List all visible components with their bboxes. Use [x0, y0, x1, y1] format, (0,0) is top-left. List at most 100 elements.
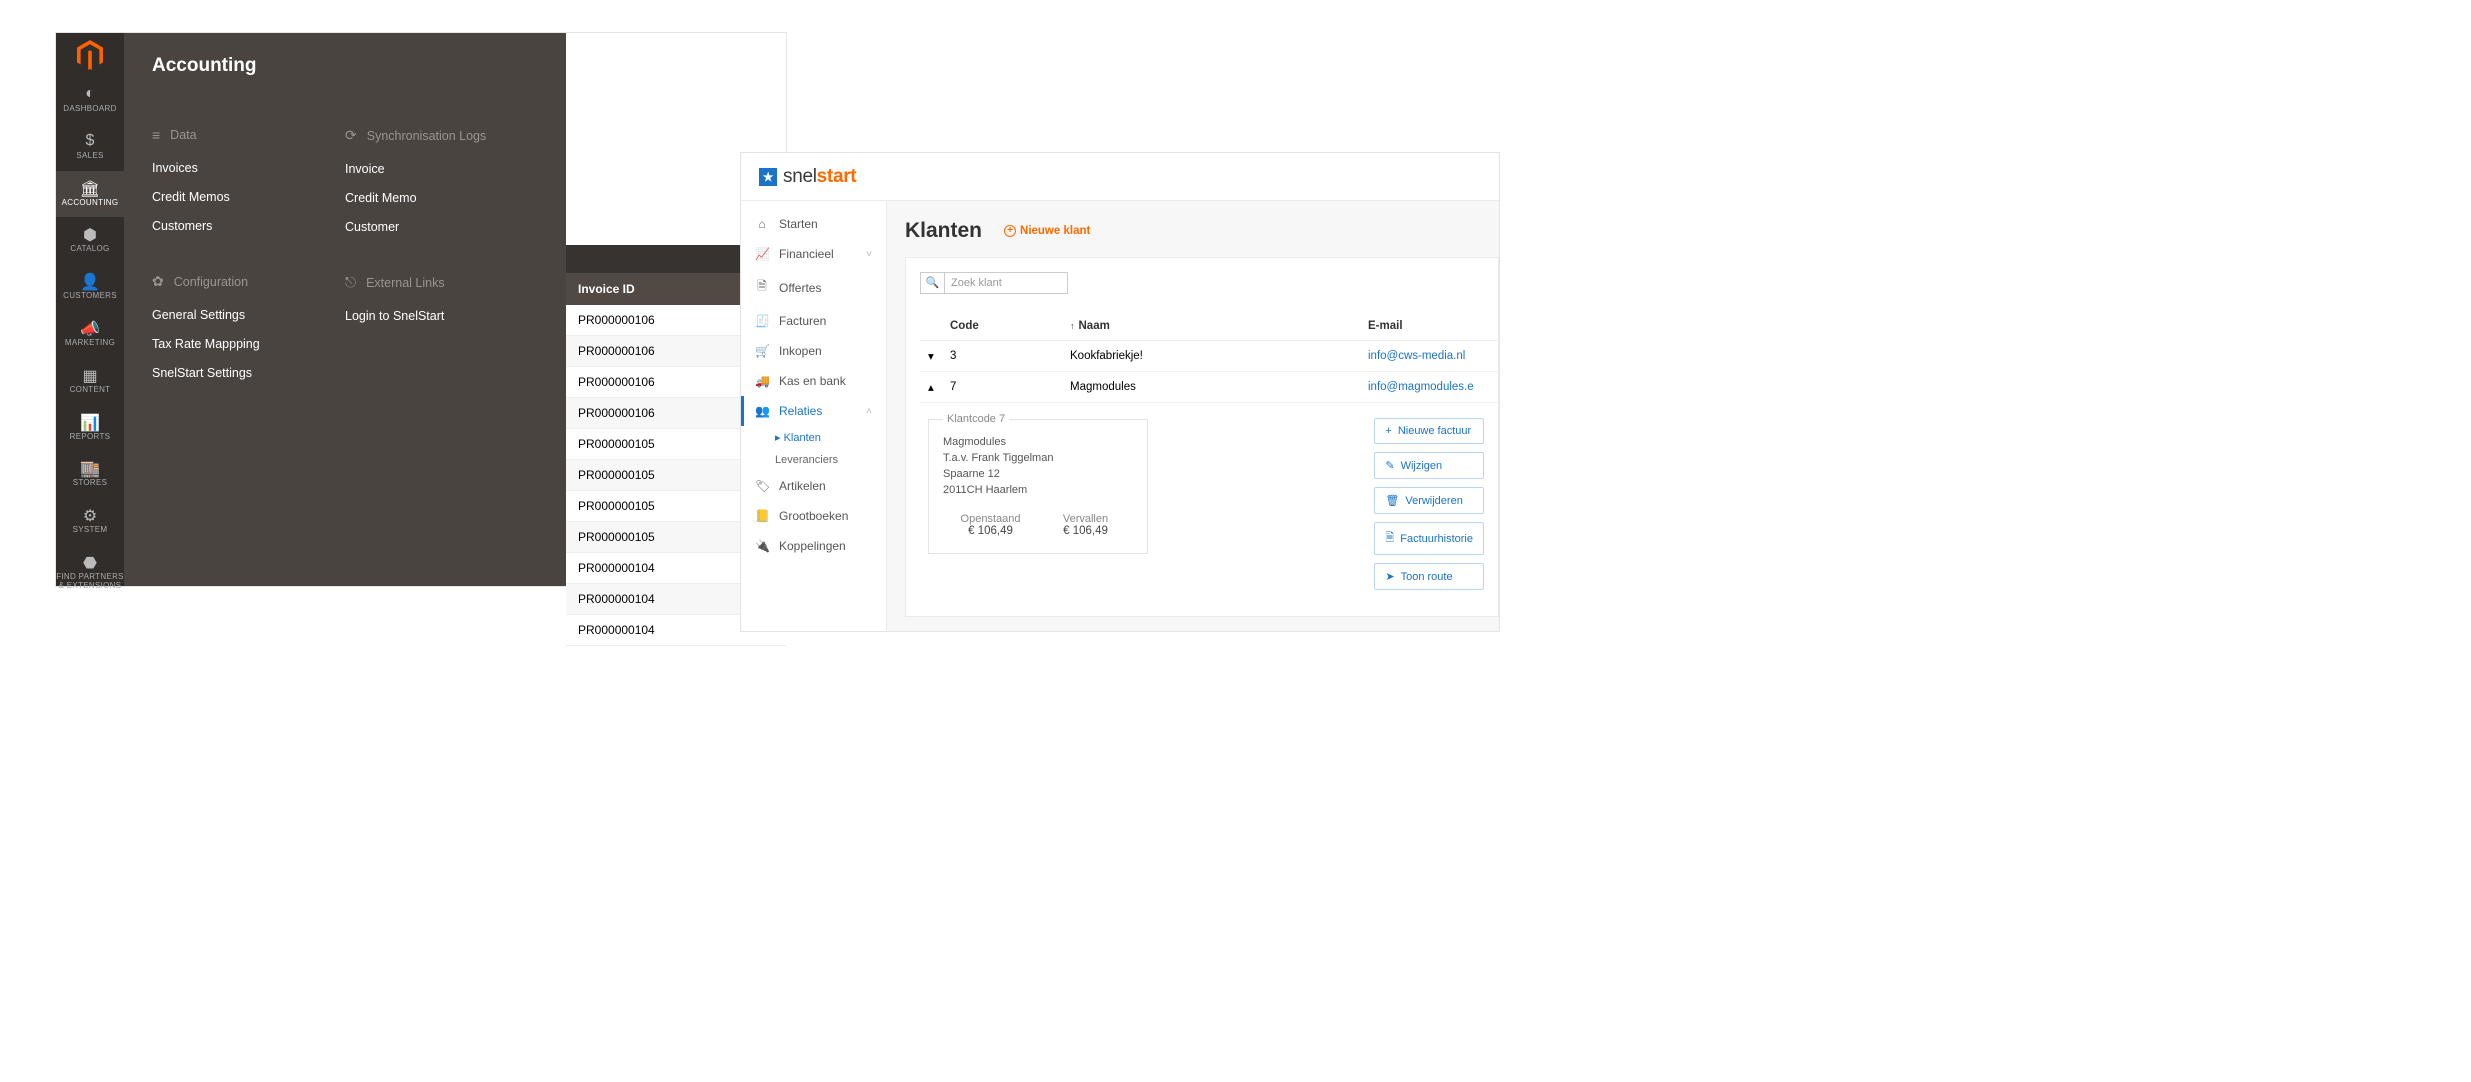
stat-open: Openstaand € 106,49: [943, 513, 1038, 537]
customer-detail-panel: Klantcode 7 MagmodulesT.a.v. Frank Tigge…: [928, 413, 1148, 554]
sidebar-item-offertes[interactable]: 🗎Offertes: [741, 269, 886, 306]
rail-item-system[interactable]: ⚙SYSTEM: [56, 498, 124, 545]
action-button[interactable]: ➤Toon route: [1374, 563, 1484, 590]
magento-logo: [56, 33, 124, 77]
flyout-link[interactable]: Customers: [152, 219, 345, 233]
flyout-link[interactable]: Credit Memo: [345, 191, 538, 205]
col-name[interactable]: ↑Naam: [1070, 320, 1368, 332]
page-title: Klanten: [905, 219, 982, 243]
sidebar-item-facturen[interactable]: 🧾Facturen: [741, 306, 886, 336]
sales-icon: $: [56, 132, 124, 150]
starten-icon: ⌂: [755, 217, 769, 231]
flyout-link[interactable]: Credit Memos: [152, 190, 345, 204]
snelstart-logo: ★ snelstart: [759, 166, 856, 188]
plus-circle-icon: +: [1004, 225, 1016, 237]
table-row[interactable]: ▴7Magmodulesinfo@magmodules.e: [920, 372, 1498, 403]
snelstart-main: Klanten + Nieuwe klant 🔍 Zoek klant Code…: [887, 201, 1499, 631]
expand-icon[interactable]: ▴: [928, 380, 950, 394]
detail-line: Spaarne 12: [943, 467, 1133, 483]
accounting-icon: 🏛: [56, 179, 124, 197]
sidebar-item-kasbank[interactable]: 🚚Kas en bank: [741, 366, 886, 396]
dashboard-icon: ◐: [56, 85, 124, 103]
sidebar-item-grootboeken[interactable]: 📒Grootboeken: [741, 501, 886, 531]
action-icon: ➤: [1385, 570, 1394, 583]
marketing-icon: 📣: [56, 319, 124, 337]
rail-item-reports[interactable]: 📊REPORTS: [56, 405, 124, 452]
sidebar-subitem[interactable]: Leveranciers: [775, 449, 886, 471]
rail-item-customers[interactable]: 👤CUSTOMERS: [56, 264, 124, 311]
catalog-icon: ⬢: [56, 225, 124, 243]
action-icon: 🗑: [1385, 494, 1399, 507]
flyout-link[interactable]: Tax Rate Mappping: [152, 337, 345, 351]
rail-item-stores[interactable]: 🏬STORES: [56, 451, 124, 498]
expand-icon[interactable]: ▾: [928, 349, 950, 363]
star-icon: ★: [759, 168, 777, 186]
financieel-icon: 📈: [755, 247, 769, 261]
kasbank-icon: 🚚: [755, 374, 769, 388]
action-button[interactable]: +Nieuwe factuur: [1374, 418, 1484, 444]
email-link[interactable]: info@cws-media.nl: [1368, 350, 1498, 362]
chevron-icon: ˅: [866, 249, 872, 260]
sidebar-item-inkopen[interactable]: 🛒Inkopen: [741, 336, 886, 366]
flyout-link[interactable]: Login to SnelStart: [345, 309, 538, 323]
col-mail[interactable]: E-mail: [1368, 320, 1498, 332]
external-icon: ⎋: [345, 274, 356, 291]
relaties-icon: 👥: [755, 404, 769, 418]
rail-item-marketing[interactable]: 📣MARKETING: [56, 311, 124, 358]
sidebar-item-starten[interactable]: ⌂Starten: [741, 209, 886, 239]
search-input[interactable]: 🔍 Zoek klant: [920, 272, 1068, 294]
detail-line: Magmodules: [943, 435, 1133, 451]
flyout-link[interactable]: General Settings: [152, 308, 345, 322]
sidebar-item-artikelen[interactable]: 🏷Artikelen: [741, 471, 886, 501]
group-sync-header: ⟳Synchronisation Logs: [345, 127, 538, 144]
sidebar-item-relaties[interactable]: 👥Relaties˄: [741, 396, 886, 426]
customers-card: 🔍 Zoek klant Code ↑Naam E-mail ▾3Kookfab…: [905, 257, 1499, 617]
sidebar-item-financieel[interactable]: 📈Financieel˅: [741, 239, 886, 269]
flyout-link[interactable]: Customer: [345, 220, 538, 234]
chevron-icon: ˄: [866, 406, 872, 417]
caret-icon: ▸: [775, 432, 784, 444]
snelstart-window: ★ snelstart ⌂Starten📈Financieel˅🗎Offerte…: [740, 152, 1500, 632]
snelstart-sidebar: ⌂Starten📈Financieel˅🗎Offertes🧾Facturen🛒I…: [741, 201, 887, 631]
col-code[interactable]: Code: [950, 320, 1070, 332]
action-button[interactable]: 🗎Factuurhistorie: [1374, 522, 1484, 555]
search-placeholder: Zoek klant: [945, 277, 1002, 289]
table-header-row: Code ↑Naam E-mail: [920, 312, 1498, 341]
accounting-flyout: Accounting ≡Data InvoicesCredit MemosCus…: [124, 33, 566, 586]
action-icon: ✎: [1385, 459, 1394, 472]
group-data-header: ≡Data: [152, 127, 345, 143]
detail-line: 2011CH Haarlem: [943, 483, 1133, 499]
rail-item-accounting[interactable]: 🏛ACCOUNTING: [56, 171, 124, 218]
sidebar-subitem[interactable]: ▸ Klanten: [775, 426, 886, 449]
flyout-link[interactable]: SnelStart Settings: [152, 366, 345, 380]
action-icon: +: [1385, 425, 1391, 437]
rail-item-catalog[interactable]: ⬢CATALOG: [56, 217, 124, 264]
customer-actions: +Nieuwe factuur ✎Wijzigen 🗑Verwijderen 🗎Fac…: [1374, 418, 1484, 590]
action-button[interactable]: 🗑Verwijderen: [1374, 487, 1484, 514]
stores-icon: 🏬: [56, 459, 124, 477]
new-customer-button[interactable]: + Nieuwe klant: [1004, 225, 1090, 237]
email-link[interactable]: info@magmodules.e: [1368, 381, 1498, 393]
search-icon: 🔍: [921, 273, 945, 293]
flyout-link[interactable]: Invoice: [345, 162, 538, 176]
rail-item-partners[interactable]: ⬣FIND PARTNERS& EXTENSIONS: [56, 545, 124, 601]
rail-item-sales[interactable]: $SALES: [56, 124, 124, 171]
stat-due: Vervallen € 106,49: [1038, 513, 1133, 537]
content-icon: ▦: [56, 366, 124, 384]
sidebar-item-koppelingen[interactable]: 🔌Koppelingen: [741, 531, 886, 561]
sort-asc-icon: ↑: [1070, 321, 1075, 331]
reports-icon: 📊: [56, 413, 124, 431]
rail-item-content[interactable]: ▦CONTENT: [56, 358, 124, 405]
table-row[interactable]: ▾3Kookfabriekje!info@cws-media.nl: [920, 341, 1498, 372]
rail-item-dashboard[interactable]: ◐DASHBOARD: [56, 77, 124, 124]
facturen-icon: 🧾: [755, 314, 769, 328]
flyout-link[interactable]: Invoices: [152, 161, 345, 175]
inkopen-icon: 🛒: [755, 344, 769, 358]
group-config-header: ✿Configuration: [152, 273, 345, 290]
offertes-icon: 🗎: [755, 277, 769, 298]
magento-nav-rail: ◐DASHBOARD$SALES🏛ACCOUNTING⬢CATALOG👤CUST…: [56, 33, 124, 586]
data-icon: ≡: [152, 127, 160, 143]
partners-icon: ⬣: [56, 553, 124, 571]
koppelingen-icon: 🔌: [755, 539, 769, 553]
action-button[interactable]: ✎Wijzigen: [1374, 452, 1484, 479]
